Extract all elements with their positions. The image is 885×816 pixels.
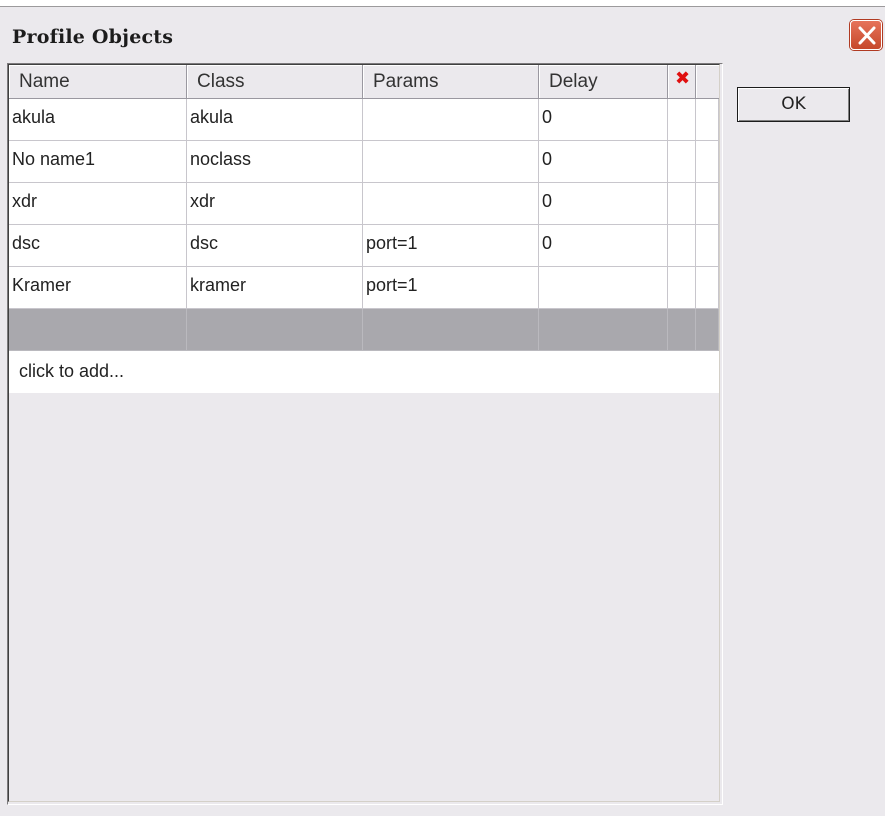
cell-delete[interactable] — [668, 309, 696, 351]
cell-filler — [696, 183, 719, 225]
cell-params[interactable] — [363, 99, 539, 141]
cell-name[interactable]: Kramer — [9, 267, 187, 309]
cell-filler — [696, 141, 719, 183]
cell-filler — [696, 267, 719, 309]
column-header-filler — [696, 65, 719, 99]
cell-class[interactable] — [187, 309, 363, 351]
column-header-name[interactable]: Name — [9, 65, 187, 99]
cell-delete[interactable] — [668, 225, 696, 267]
cell-delete[interactable] — [668, 99, 696, 141]
cell-params[interactable] — [363, 309, 539, 351]
profile-objects-dialog: Profile Objects Name Class Params Delay … — [0, 6, 885, 816]
cell-params[interactable]: port=1 — [363, 267, 539, 309]
cell-delay[interactable]: 0 — [539, 141, 668, 183]
cell-delete[interactable] — [668, 267, 696, 309]
cell-class[interactable]: noclass — [187, 141, 363, 183]
close-button[interactable] — [850, 20, 882, 50]
cell-params[interactable]: port=1 — [363, 225, 539, 267]
delete-x-icon: ✖ — [675, 68, 691, 88]
cell-params[interactable] — [363, 183, 539, 225]
cell-delay[interactable]: 0 — [539, 99, 668, 141]
cell-delete[interactable] — [668, 141, 696, 183]
table-row[interactable]: No name1 noclass 0 — [9, 141, 719, 183]
ok-button[interactable]: OK — [737, 87, 850, 122]
cell-name[interactable]: dsc — [9, 225, 187, 267]
cell-filler — [696, 309, 719, 351]
column-header-label: Class — [197, 71, 245, 92]
cell-class[interactable]: dsc — [187, 225, 363, 267]
cell-class[interactable]: xdr — [187, 183, 363, 225]
grid-viewport: Name Class Params Delay ✖ akula akula 0 — [8, 64, 720, 802]
column-header-label: Name — [19, 71, 70, 92]
cell-filler — [696, 225, 719, 267]
column-header-label: Delay — [549, 71, 598, 92]
cell-filler — [696, 99, 719, 141]
window-title: Profile Objects — [12, 26, 174, 48]
selected-empty-row[interactable] — [9, 309, 719, 351]
column-header-label: Params — [373, 71, 439, 92]
cell-delay[interactable]: 0 — [539, 183, 668, 225]
cell-name[interactable]: No name1 — [9, 141, 187, 183]
cell-class[interactable]: kramer — [187, 267, 363, 309]
cell-class[interactable]: akula — [187, 99, 363, 141]
column-header-class[interactable]: Class — [187, 65, 363, 99]
cell-name[interactable]: xdr — [9, 183, 187, 225]
table-row[interactable]: Kramer kramer port=1 — [9, 267, 719, 309]
column-header-params[interactable]: Params — [363, 65, 539, 99]
table-row[interactable]: xdr xdr 0 — [9, 183, 719, 225]
cell-name[interactable]: akula — [9, 99, 187, 141]
column-header-delay[interactable]: Delay — [539, 65, 668, 99]
cell-delay[interactable]: 0 — [539, 225, 668, 267]
add-row-button[interactable]: click to add... — [9, 351, 719, 393]
cell-params[interactable] — [363, 141, 539, 183]
table-row[interactable]: dsc dsc port=1 0 — [9, 225, 719, 267]
title-bar: Profile Objects — [0, 7, 885, 59]
column-header-delete[interactable]: ✖ — [668, 65, 696, 99]
table-row[interactable]: akula akula 0 — [9, 99, 719, 141]
cell-delay[interactable] — [539, 309, 668, 351]
close-icon — [858, 26, 876, 45]
cell-delay[interactable] — [539, 267, 668, 309]
cell-delete[interactable] — [668, 183, 696, 225]
cell-name[interactable] — [9, 309, 187, 351]
objects-grid: Name Class Params Delay ✖ akula akula 0 — [7, 63, 723, 805]
